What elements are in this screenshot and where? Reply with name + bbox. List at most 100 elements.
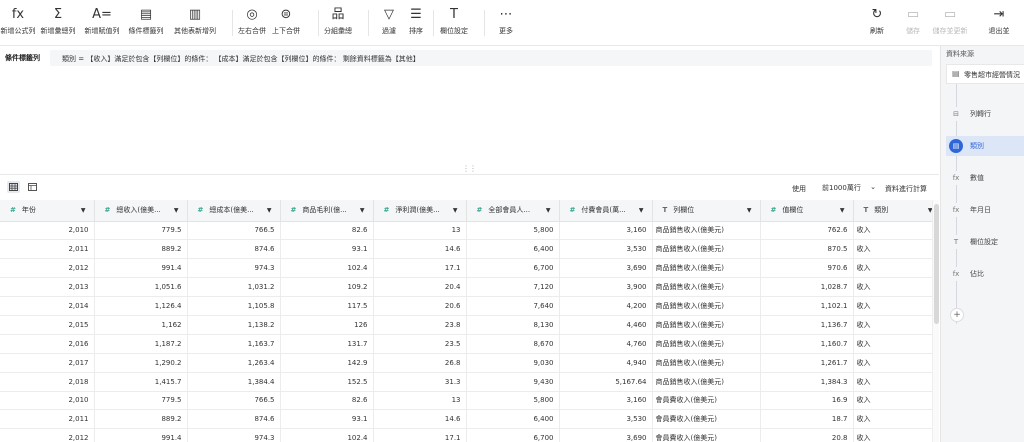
table-cell[interactable]: 3,690 <box>559 258 653 279</box>
table-cell[interactable]: 82.6 <box>280 391 374 411</box>
table-cell[interactable]: 2,012 <box>0 258 95 279</box>
toolbar-button-group-summary[interactable]: 品分組彙總 <box>318 6 358 42</box>
table-cell[interactable]: 870.5 <box>760 239 854 260</box>
table-cell[interactable]: 2,014 <box>0 296 95 316</box>
table-cell[interactable]: 收入 <box>853 428 932 442</box>
toolbar-button-assign[interactable]: A= 新增賦值列 <box>82 6 122 42</box>
table-cell[interactable]: 26.8 <box>373 353 467 373</box>
column-header[interactable]: # 付費會員(萬... ▼ <box>559 200 653 222</box>
table-cell[interactable]: 1,102.1 <box>760 296 854 316</box>
table-cell[interactable]: 2,010 <box>0 391 95 411</box>
toolbar-button-merge-ud[interactable]: ⊜ 上下合併 <box>266 6 306 42</box>
toolbar-button-sum[interactable]: Σ 新增彙總列 <box>38 6 78 42</box>
table-cell[interactable]: 收入 <box>853 258 932 279</box>
table-cell[interactable]: 商品銷售收入(億美元) <box>652 239 761 260</box>
column-header[interactable]: T類別▼ <box>853 200 932 222</box>
table-cell[interactable]: 2,016 <box>0 334 95 354</box>
table-cell[interactable]: 1,162 <box>94 315 188 335</box>
table-cell[interactable]: 2,013 <box>0 277 95 298</box>
toolbar-button-other-table[interactable]: ▥ 其他表新增列 <box>169 6 221 42</box>
table-cell[interactable]: 16.9 <box>760 391 854 411</box>
table-cell[interactable]: 3,160 <box>559 391 653 411</box>
column-header[interactable]: # 總成本(億美... ▼ <box>187 200 281 222</box>
toolbar-button-sort[interactable]: ☰ 排序 <box>396 6 436 42</box>
table-cell[interactable]: 收入 <box>853 409 932 430</box>
toolbar-button-save-update[interactable]: ▭ 儲存並更新 <box>928 6 972 42</box>
toolbar-button-field-settings[interactable]: T 欄位設定 <box>434 6 474 42</box>
table-cell[interactable]: 1,263.4 <box>187 353 281 373</box>
table-cell[interactable]: 收入 <box>853 334 932 354</box>
table-cell[interactable]: 1,261.7 <box>760 353 854 373</box>
table-cell[interactable]: 收入 <box>853 315 932 335</box>
table-cell[interactable]: 779.5 <box>94 221 188 241</box>
caret-down-icon[interactable]: ▼ <box>639 207 644 214</box>
table-cell[interactable]: 1,028.7 <box>760 277 854 298</box>
table-cell[interactable]: 14.6 <box>373 409 467 430</box>
table-cell[interactable]: 6,700 <box>466 258 560 279</box>
add-step-button[interactable]: + <box>950 308 964 322</box>
table-cell[interactable]: 970.6 <box>760 258 854 279</box>
table-cell[interactable]: 102.4 <box>280 428 374 442</box>
toolbar-button-more[interactable]: ⋯ 更多 <box>486 6 526 42</box>
table-cell[interactable]: 2,010 <box>0 221 95 241</box>
table-cell[interactable]: 762.6 <box>760 221 854 241</box>
table-cell[interactable]: 6,400 <box>466 239 560 260</box>
table-cell[interactable]: 14.6 <box>373 239 467 260</box>
table-cell[interactable]: 9,430 <box>466 372 560 392</box>
table-cell[interactable]: 1,138.2 <box>187 315 281 335</box>
table-cell[interactable]: 23.8 <box>373 315 467 335</box>
table-cell[interactable]: 收入 <box>853 239 932 260</box>
table-cell[interactable]: 收入 <box>853 277 932 298</box>
table-cell[interactable]: 3,690 <box>559 428 653 442</box>
table-cell[interactable]: 1,160.7 <box>760 334 854 354</box>
table-cell[interactable]: 2,018 <box>0 372 95 392</box>
table-cell[interactable]: 6,700 <box>466 428 560 442</box>
caret-down-icon[interactable]: ▼ <box>840 207 845 214</box>
scrollbar-thumb[interactable] <box>934 204 939 324</box>
table-cell[interactable]: 5,167.64 <box>559 372 653 392</box>
table-cell[interactable]: 2,015 <box>0 315 95 335</box>
caret-down-icon[interactable]: ▼ <box>174 207 179 214</box>
table-cell[interactable]: 1,051.6 <box>94 277 188 298</box>
table-cell[interactable]: 會員費收入(億美元) <box>652 391 761 411</box>
column-header[interactable]: # 值欄位 ▼ <box>760 200 854 222</box>
vertical-scrollbar[interactable] <box>932 200 939 442</box>
table-cell[interactable]: 商品銷售收入(億美元) <box>652 334 761 354</box>
caret-down-icon[interactable]: ▼ <box>267 207 272 214</box>
table-cell[interactable]: 收入 <box>853 391 932 411</box>
table-cell[interactable]: 17.1 <box>373 258 467 279</box>
caret-down-icon[interactable]: ▼ <box>81 207 86 214</box>
column-header[interactable]: # 全部會員人... ▼ <box>466 200 560 222</box>
table-cell[interactable]: 商品銷售收入(億美元) <box>652 353 761 373</box>
table-cell[interactable]: 766.5 <box>187 221 281 241</box>
table-cell[interactable]: 商品銷售收入(億美元) <box>652 315 761 335</box>
table-cell[interactable]: 152.5 <box>280 372 374 392</box>
table-cell[interactable]: 5,800 <box>466 391 560 411</box>
table-cell[interactable]: 974.3 <box>187 428 281 442</box>
field-view-icon[interactable] <box>26 181 39 193</box>
table-cell[interactable]: 109.2 <box>280 277 374 298</box>
toolbar-button-exit[interactable]: ⇥ 退出並 <box>974 6 1024 42</box>
table-cell[interactable]: 4,200 <box>559 296 653 316</box>
table-cell[interactable]: 收入 <box>853 353 932 373</box>
table-cell[interactable]: 2,012 <box>0 428 95 442</box>
row-limit-select[interactable]: 前1000萬行 ⌄ <box>818 180 880 194</box>
table-cell[interactable]: 收入 <box>853 296 932 316</box>
table-cell[interactable]: 142.9 <box>280 353 374 373</box>
step-item[interactable]: fx 年月日 <box>946 200 1024 220</box>
table-cell[interactable]: 收入 <box>853 372 932 392</box>
table-cell[interactable]: 商品銷售收入(億美元) <box>652 221 761 241</box>
table-cell[interactable]: 1,415.7 <box>94 372 188 392</box>
step-item[interactable]: ⊟ 列轉行 <box>946 104 1024 124</box>
table-cell[interactable]: 6,400 <box>466 409 560 430</box>
table-cell[interactable]: 31.3 <box>373 372 467 392</box>
table-cell[interactable]: 2,011 <box>0 409 95 430</box>
table-cell[interactable]: 7,640 <box>466 296 560 316</box>
table-cell[interactable]: 1,126.4 <box>94 296 188 316</box>
table-cell[interactable]: 889.2 <box>94 409 188 430</box>
column-header[interactable]: # 年份 ▼ <box>0 200 95 222</box>
resize-handle[interactable]: ⋮⋮ <box>462 164 477 173</box>
step-item[interactable]: fx 數值 <box>946 168 1024 188</box>
column-header[interactable]: # 淨利潤(億美... ▼ <box>373 200 467 222</box>
table-cell[interactable]: 商品銷售收入(億美元) <box>652 277 761 298</box>
